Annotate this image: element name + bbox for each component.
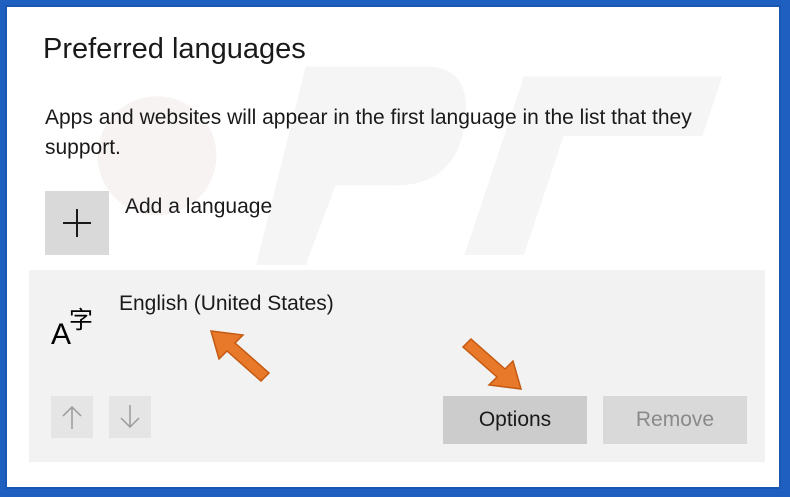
arrow-down-icon [120,405,140,429]
language-icon: A 字 [51,306,93,348]
language-list-item[interactable]: A 字 English (United States) Options Remo… [29,270,765,462]
page-description: Apps and websites will appear in the fir… [45,106,692,159]
add-language-button[interactable] [45,191,109,255]
add-language-label[interactable]: Add a language [125,195,272,219]
language-settings-panel: Preferred languages Apps and websites wi… [5,5,781,489]
options-button[interactable]: Options [443,396,587,444]
annotation-arrow-language [209,330,271,383]
move-up-button[interactable] [51,396,93,438]
move-down-button[interactable] [109,396,151,438]
plus-icon [63,209,91,237]
arrow-up-icon [62,405,82,429]
page-title: Preferred languages [43,33,306,65]
annotation-arrow-options [461,337,523,390]
svg-text:A: A [51,318,71,348]
svg-text:字: 字 [69,306,93,334]
language-name: English (United States) [119,292,334,315]
remove-button[interactable]: Remove [603,396,747,444]
